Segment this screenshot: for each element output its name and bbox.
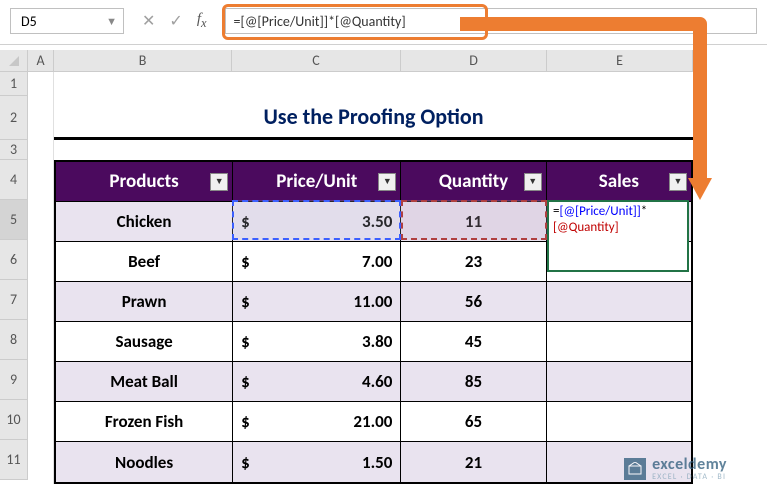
cell-qty[interactable]: 85 [401,362,546,402]
price-value: 3.50 [362,211,392,232]
price-value: 7.00 [362,251,392,272]
row-header-4[interactable]: 4 [0,160,28,200]
header-price[interactable]: Price/Unit ▼ [233,162,401,202]
select-all-corner[interactable] [0,50,28,72]
formula-ref-price: [@[Price/Unit]] [559,204,640,219]
cell-price[interactable]: $ 21.00 [233,402,401,442]
currency-symbol: $ [241,211,250,232]
cell-qty[interactable]: 56 [401,282,546,322]
sheet-title: Use the Proofing Option [54,96,693,140]
row-header-5[interactable]: 5 [0,200,28,240]
cell-price[interactable]: $ 7.00 [233,242,401,282]
row-header-11[interactable]: 11 [0,440,28,480]
currency-symbol: $ [241,251,250,272]
currency-symbol: $ [241,452,250,473]
row-header-3[interactable]: 3 [0,140,28,160]
cell-product[interactable]: Sausage [56,322,233,362]
currency-symbol: $ [241,331,250,352]
price-value: 4.60 [362,371,392,392]
col-header-E[interactable]: E [547,50,693,72]
header-products[interactable]: Products ▼ [56,162,233,202]
col-header-A[interactable]: A [28,50,54,72]
fx-icon[interactable]: fx [197,11,207,31]
row-header-7[interactable]: 7 [0,280,28,320]
row-header-9[interactable]: 9 [0,360,28,400]
formula-star: * [641,204,647,219]
cell-qty[interactable]: 65 [401,402,546,442]
header-sales-label: Sales [599,170,639,193]
row-header-1[interactable]: 1 [0,72,28,96]
row-header-10[interactable]: 10 [0,400,28,440]
currency-symbol: $ [241,291,250,312]
cell-product[interactable]: Frozen Fish [56,402,233,442]
header-sales[interactable]: Sales ▼ [547,162,691,202]
cell-editor[interactable]: =[@[Price/Unit]]* [@Quantity] [547,200,689,272]
filter-dropdown-icon[interactable]: ▼ [378,173,396,191]
row-header-8[interactable]: 8 [0,320,28,360]
currency-symbol: $ [241,371,250,392]
watermark: exceldemy EXCEL · DATA · BI [624,455,727,482]
formula-ref-qty: [@Quantity] [553,220,619,235]
cell-sales[interactable] [547,282,691,322]
filter-dropdown-icon[interactable]: ▼ [669,173,687,191]
cell-qty[interactable]: 11 [401,202,546,242]
watermark-brand: exceldemy EXCEL · DATA · BI [652,455,727,482]
formula-bar-icons: ✕ ✓ fx [130,11,219,31]
row-header-6[interactable]: 6 [0,240,28,280]
header-qty-label: Quantity [439,170,508,193]
table-row: Sausage $ 3.80 45 [56,322,691,362]
cell-sales[interactable] [547,402,691,442]
name-box-value: D5 [21,13,37,30]
price-value: 21.00 [353,411,392,432]
cell-sales[interactable] [547,362,691,402]
table-row: Prawn $ 11.00 56 [56,282,691,322]
filter-dropdown-icon[interactable]: ▼ [524,173,542,191]
table-header-row: Products ▼ Price/Unit ▼ Quantity ▼ Sales… [56,162,691,202]
col-header-D[interactable]: D [401,50,547,72]
row-header-2[interactable]: 2 [0,96,28,140]
chevron-down-icon[interactable]: ▼ [106,15,117,28]
cell-price[interactable]: $ 4.60 [233,362,401,402]
header-price-label: Price/Unit [276,170,357,193]
header-qty[interactable]: Quantity ▼ [401,162,546,202]
formula-toolbar: D5 ▼ ✕ ✓ fx =[@[Price/Unit]]*[@Quantity] [0,0,767,45]
price-value: 3.80 [362,331,392,352]
table-row: Frozen Fish $ 21.00 65 [56,402,691,442]
cell-product[interactable]: Meat Ball [56,362,233,402]
currency-symbol: $ [241,411,250,432]
enter-icon[interactable]: ✓ [169,11,182,31]
price-value: 11.00 [353,291,392,312]
cell-qty[interactable]: 21 [401,442,546,482]
watermark-logo-icon [624,458,646,480]
column-header-row: A B C D E [0,50,693,72]
header-products-label: Products [109,170,178,193]
cell-qty[interactable]: 45 [401,322,546,362]
cell-product[interactable]: Chicken [56,202,233,242]
formula-bar[interactable]: =[@[Price/Unit]]*[@Quantity] [225,8,757,34]
filter-dropdown-icon[interactable]: ▼ [210,173,228,191]
col-header-B[interactable]: B [54,50,232,72]
watermark-tag: EXCEL · DATA · BI [652,472,727,482]
price-value: 1.50 [362,452,392,473]
cell-product[interactable]: Beef [56,242,233,282]
table-row: Noodles $ 1.50 21 [56,442,691,482]
cell-price[interactable]: $ 3.50 [233,202,401,242]
column-A-gutter[interactable] [28,72,54,484]
cell-qty[interactable]: 23 [401,242,546,282]
cell-product[interactable]: Prawn [56,282,233,322]
formula-bar-text: =[@[Price/Unit]]*[@Quantity] [234,13,406,30]
cell-price[interactable]: $ 1.50 [233,442,401,482]
cell-price[interactable]: $ 3.80 [233,322,401,362]
cell-sales[interactable] [547,322,691,362]
col-header-C[interactable]: C [232,50,401,72]
table-row: Meat Ball $ 4.60 85 [56,362,691,402]
cell-product[interactable]: Noodles [56,442,233,482]
row-header-column: 1 2 3 4 5 6 7 8 9 10 11 [0,72,28,480]
cancel-icon[interactable]: ✕ [142,11,155,31]
cell-price[interactable]: $ 11.00 [233,282,401,322]
name-box[interactable]: D5 ▼ [10,8,124,34]
